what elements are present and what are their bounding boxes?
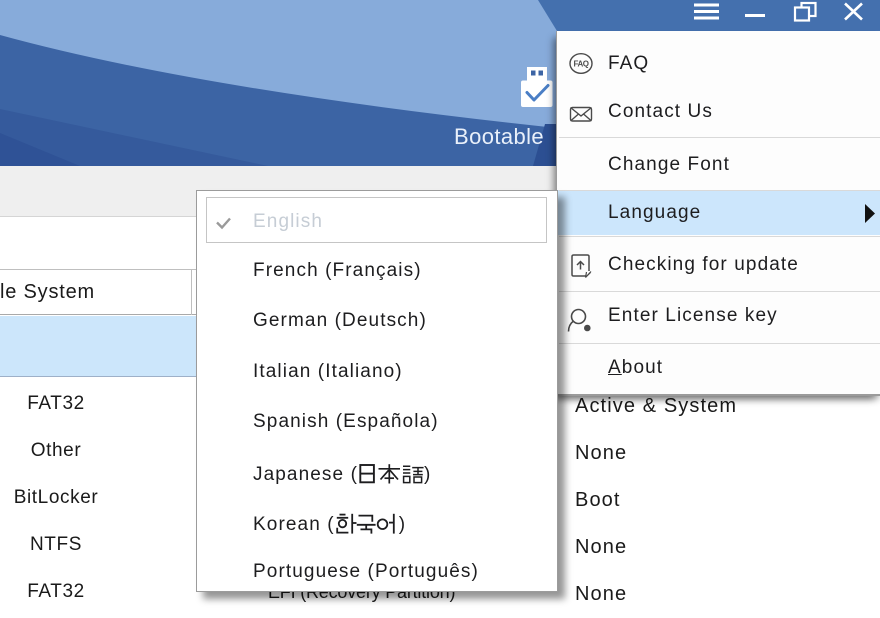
svg-text:FAQ: FAQ xyxy=(574,60,589,69)
